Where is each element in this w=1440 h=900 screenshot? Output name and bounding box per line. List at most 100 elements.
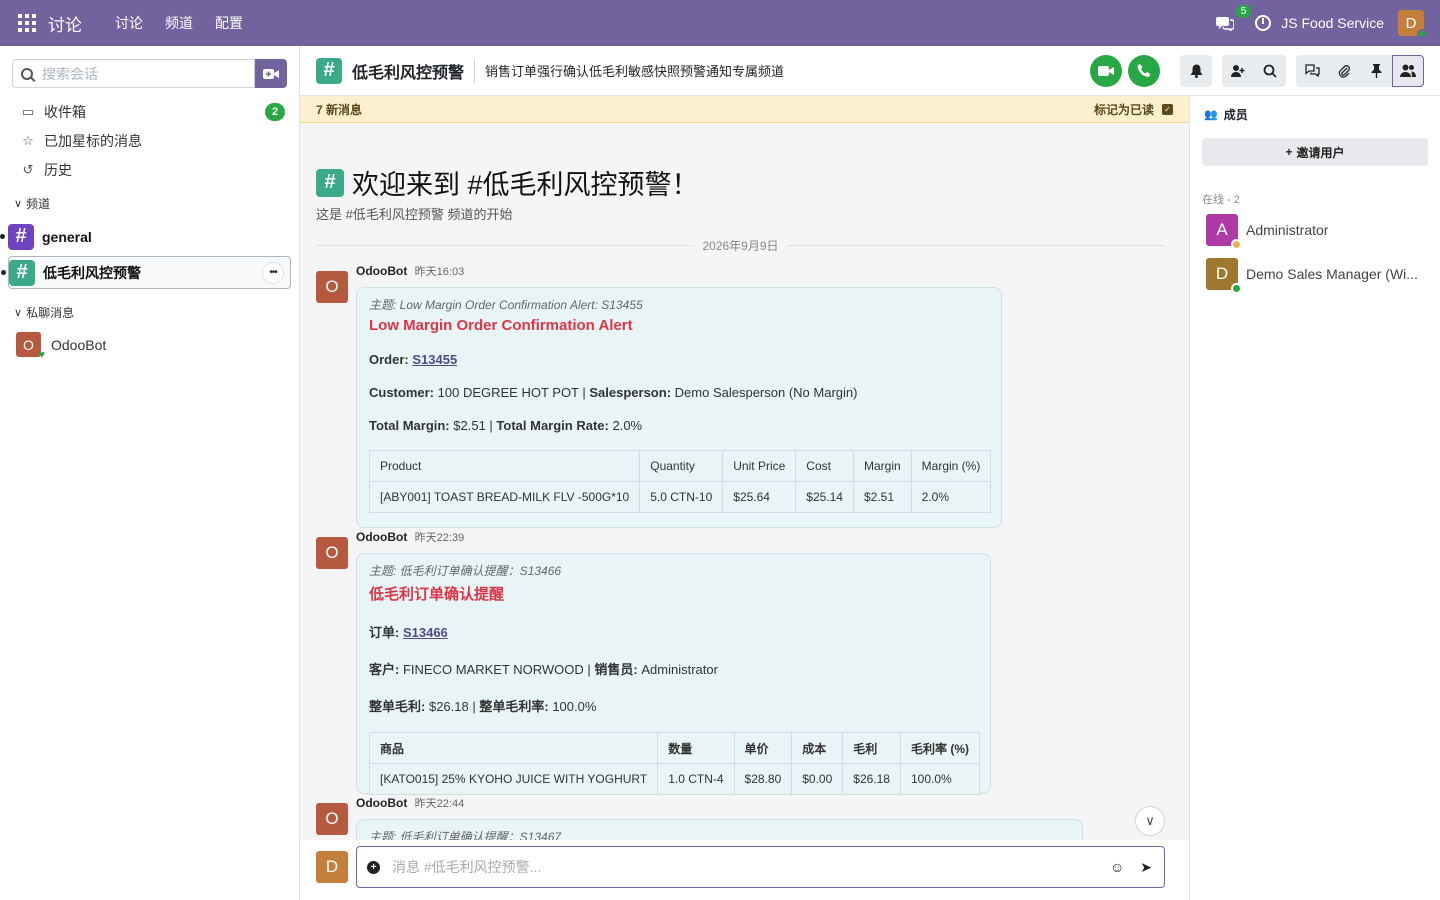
sidebar-item-history[interactable]: ↺ 历史 <box>20 160 285 180</box>
alert-title: Low Margin Order Confirmation Alert <box>369 317 633 334</box>
author-avatar[interactable]: O <box>316 537 348 569</box>
avatar-initial: O <box>325 543 339 562</box>
column-header: Margin <box>852 450 912 482</box>
start-meeting-button[interactable] <box>255 59 287 88</box>
welcome-header: # 欢迎来到 #低毛利风控预警！ <box>316 163 699 202</box>
margin-rate-label: 整单毛利率: <box>479 699 549 714</box>
app-title[interactable]: 讨论 <box>48 11 82 36</box>
direct-messages-category[interactable]: ∨ 私聊消息 <box>14 304 74 321</box>
order-line: Order: S13455 <box>369 352 989 367</box>
author-avatar[interactable]: O <box>316 803 348 835</box>
salesperson-value: Administrator <box>641 662 718 677</box>
table-cell: 1.0 CTN-4 <box>657 763 735 795</box>
order-label: 订单: <box>369 625 400 640</box>
table-cell: $25.64 <box>722 481 797 513</box>
notification-settings-button[interactable] <box>1180 54 1212 87</box>
column-header: Unit Price <box>722 450 797 482</box>
avatar-initial: D <box>325 857 339 876</box>
margin-value: $26.18 <box>428 699 469 714</box>
member-panel-label: 成员 <box>1223 108 1248 122</box>
video-call-button[interactable] <box>1090 54 1122 87</box>
member-avatar: D <box>1206 258 1242 294</box>
pin-icon <box>1371 63 1381 78</box>
menu-discuss[interactable]: 讨论 <box>104 13 154 33</box>
dm-name: OdooBot <box>51 336 107 353</box>
users-icon <box>1400 64 1416 77</box>
order-link[interactable]: S13466 <box>403 625 448 640</box>
inbox-icon: ▭ <box>21 104 35 119</box>
plus-circle-icon[interactable]: + <box>367 860 380 874</box>
menu-channels[interactable]: 频道 <box>154 13 204 33</box>
message-author[interactable]: OdooBot <box>356 796 407 810</box>
channel-name: 低毛利风控预警 <box>43 264 141 281</box>
search-messages-button[interactable] <box>1254 54 1286 87</box>
column-header: Quantity <box>639 450 724 482</box>
emoji-icon[interactable]: ☺ <box>1110 859 1124 875</box>
add-users-button[interactable] <box>1222 54 1254 87</box>
date-label: 2026年9月9日 <box>702 238 779 253</box>
member-name: Demo Sales Manager (Wi... <box>1246 266 1418 282</box>
comments-icon <box>1304 64 1320 77</box>
unread-indicator <box>1 270 6 275</box>
voice-call-button[interactable] <box>1128 54 1160 87</box>
mark-as-read-button[interactable]: 标记为已读 ✓ <box>1094 101 1173 118</box>
margin-line: Total Margin: $2.51 | Total Margin Rate:… <box>369 418 643 433</box>
member-item[interactable]: D Demo Sales Manager (Wi... <box>1206 258 1428 294</box>
jump-to-bottom-button[interactable]: ∨ <box>1135 806 1165 836</box>
member-list-button[interactable] <box>1392 54 1424 87</box>
order-link[interactable]: S13455 <box>412 352 457 367</box>
conversation-search: 搜索会话 <box>12 59 287 88</box>
apps-grid-icon[interactable] <box>18 14 36 32</box>
more-options-icon[interactable]: ••• <box>262 261 284 284</box>
message-author[interactable]: OdooBot <box>356 264 407 278</box>
channel-description[interactable]: 销售订单强行确认低毛利敏感快照预警通知专属频道 <box>485 61 784 80</box>
channel-title[interactable]: 低毛利风控预警 <box>352 58 476 83</box>
table-cell: $28.80 <box>733 763 793 795</box>
column-header: 毛利 <box>842 732 901 764</box>
new-messages-banner[interactable]: 7 新消息 标记为已读 ✓ <box>300 96 1189 123</box>
avatar-initial: D <box>1215 264 1229 283</box>
message-header: OdooBot 昨天22:44 <box>356 795 464 811</box>
user-avatar[interactable]: D <box>1398 10 1427 39</box>
bell-icon <box>1190 64 1202 78</box>
sidebar-channel-low-margin[interactable]: # 低毛利风控预警 ••• <box>1 256 291 289</box>
margin-rate-value: 100.0% <box>552 699 597 714</box>
paperclip-icon <box>1338 64 1350 78</box>
starred-label: 已加星标的消息 <box>44 133 142 149</box>
check-square-icon: ✓ <box>1162 103 1173 115</box>
message-time: 昨天22:39 <box>414 532 465 544</box>
threads-button[interactable] <box>1296 54 1328 87</box>
member-panel: 👥 成员 + 邀请用户 在线 - 2 A Administrator D Dem… <box>1189 96 1440 900</box>
author-avatar[interactable]: O <box>316 271 348 303</box>
customer-value: 100 DEGREE HOT POT <box>437 385 579 400</box>
salesperson-label: Salesperson: <box>589 385 672 400</box>
send-icon[interactable]: ➤ <box>1140 859 1152 876</box>
message-thread[interactable]: # 欢迎来到 #低毛利风控预警！ 这是 #低毛利风控预警 频道的开始 2026年… <box>300 123 1189 840</box>
sidebar-channel-general[interactable]: # general <box>0 220 291 253</box>
message-subject: 主题: 低毛利订单确认提醒：S13467 <box>369 830 562 840</box>
invite-label: 邀请用户 <box>1296 145 1345 160</box>
column-header: Margin (%) <box>910 450 992 482</box>
activity-clock-icon[interactable] <box>1255 15 1272 31</box>
pinned-messages-button[interactable] <box>1360 54 1392 87</box>
welcome-title: 欢迎来到 #低毛利风控预警！ <box>352 170 699 200</box>
search-input[interactable]: 搜索会话 <box>12 59 255 88</box>
history-label: 历史 <box>44 162 72 178</box>
message-author[interactable]: OdooBot <box>356 530 407 544</box>
sidebar-item-starred[interactable]: ☆ 已加星标的消息 <box>20 131 285 151</box>
messaging-menu-button[interactable]: 5 <box>1213 5 1252 35</box>
user-plus-icon <box>1231 64 1245 77</box>
attachments-button[interactable] <box>1328 54 1360 87</box>
sidebar-item-inbox[interactable]: ▭ 收件箱 2 <box>20 102 285 122</box>
sidebar-dm-odoobot[interactable]: O ♥ OdooBot <box>16 332 107 361</box>
menu-configuration[interactable]: 配置 <box>204 13 254 33</box>
company-switcher[interactable]: JS Food Service <box>1281 15 1384 31</box>
customer-line: Customer: 100 DEGREE HOT POT | Salespers… <box>369 385 858 400</box>
table-cell: $26.18 <box>842 763 901 795</box>
phone-icon <box>1137 63 1151 77</box>
invite-users-button[interactable]: + 邀请用户 <box>1202 138 1428 166</box>
user-initial: D <box>1405 14 1417 32</box>
member-item[interactable]: A Administrator <box>1206 214 1428 250</box>
channels-category[interactable]: ∨ 频道 <box>14 195 50 212</box>
message-input[interactable] <box>392 859 1110 875</box>
